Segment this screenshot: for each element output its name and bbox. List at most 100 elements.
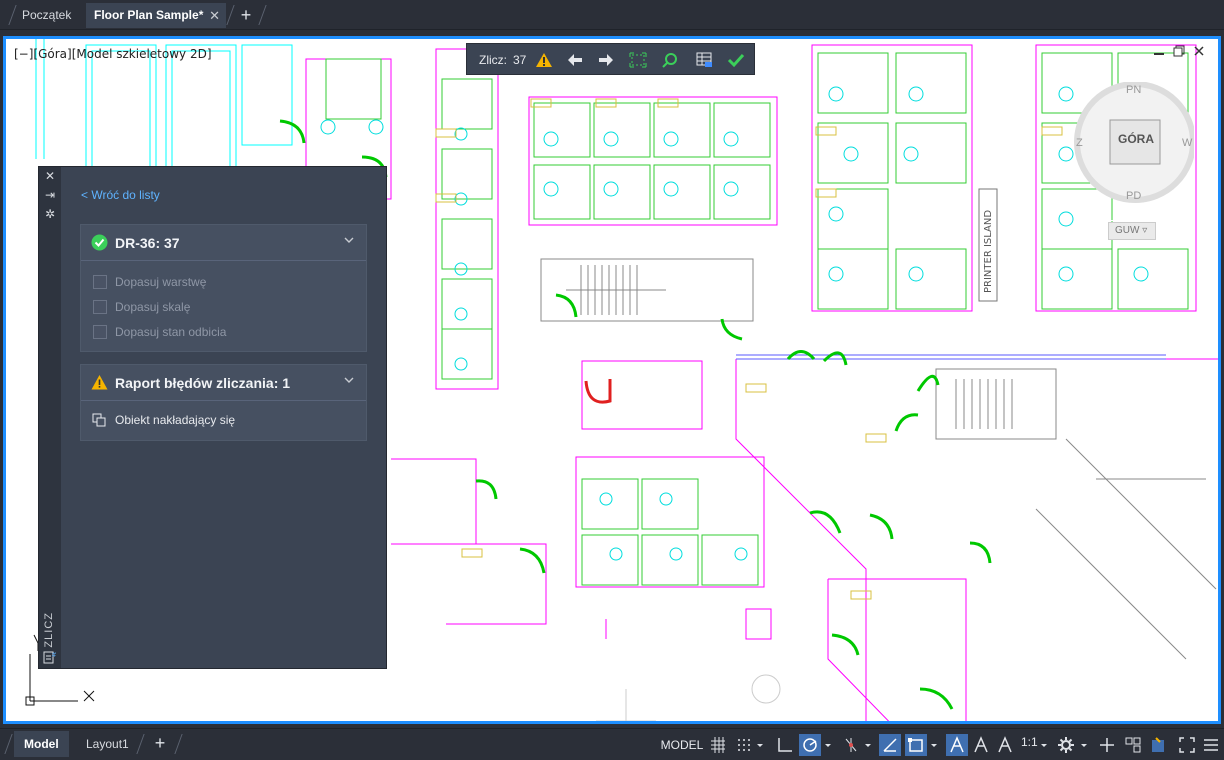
properties-icon[interactable]: ✲ [44, 208, 56, 220]
find-icon[interactable] [659, 49, 681, 71]
palette-title-strip: ✕ ⇥ ✲ ZLICZ # [39, 167, 61, 668]
block-count-title: DR-36: 37 [115, 235, 180, 251]
back-to-list-link[interactable]: < Wróć do listy [81, 188, 160, 202]
tab-layout1-label: Layout1 [86, 737, 129, 751]
svg-text:#: # [52, 652, 56, 659]
fullscreen-icon[interactable] [1176, 734, 1198, 756]
viewcube-top-face[interactable]: GÓRA [1118, 132, 1154, 146]
tab-layout1[interactable]: Layout1 [76, 731, 139, 757]
warning-icon [91, 375, 108, 390]
check-icon[interactable] [725, 49, 747, 71]
error-item-label: Obiekt nakładający się [115, 413, 236, 427]
plus-icon[interactable] [1096, 734, 1118, 756]
hardware-acceleration-icon[interactable] [1148, 734, 1170, 756]
match-mirror-row: Dopasuj stan odbicia [81, 319, 366, 344]
match-layer-label: Dopasuj warstwę [115, 275, 207, 289]
arrow-right-icon[interactable] [595, 49, 617, 71]
model-space-button[interactable]: MODEL [657, 733, 707, 757]
isodraft-icon[interactable] [840, 734, 862, 756]
viewcube-north[interactable]: PN [1126, 84, 1141, 96]
new-layout-button[interactable]: + [150, 732, 170, 754]
count-palette: ✕ ⇥ ✲ ZLICZ # < Wróć do listy DR-36: 37 … [38, 166, 387, 669]
misc-lines [596, 674, 781, 721]
viewcube-compass [1074, 81, 1196, 225]
object-snap-tracking-icon[interactable] [879, 734, 901, 756]
viewcube-east[interactable]: W [1182, 137, 1192, 149]
overlapping-objects-icon [92, 413, 106, 427]
viewcube-south[interactable]: PD [1126, 190, 1141, 202]
object-snap-icon[interactable] [905, 734, 927, 756]
viewcube-west[interactable]: Z [1076, 137, 1083, 149]
gear-icon[interactable] [1055, 734, 1077, 756]
tab-home-label: Początek [22, 8, 72, 22]
snap-icon[interactable] [733, 734, 755, 756]
match-mirror-label: Dopasuj stan odbicia [115, 325, 227, 339]
count-toolbar: Zlicz: 37 [466, 43, 755, 75]
insert-table-icon[interactable] [693, 49, 715, 71]
autohide-icon[interactable]: ⇥ [44, 189, 56, 201]
match-mirror-checkbox[interactable] [93, 325, 107, 339]
auto-scale-icon[interactable] [970, 734, 992, 756]
grid-icon[interactable] [707, 734, 729, 756]
snap-dropdown-icon[interactable] [754, 734, 766, 756]
block-count-section: DR-36: 37 Dopasuj warstwę Dopasuj skalę … [80, 224, 367, 352]
workspace-dropdown-icon[interactable] [1078, 734, 1090, 756]
viewcube[interactable]: GÓRA PN PD W Z GUW ▿ [1068, 81, 1196, 240]
warning-icon[interactable] [533, 49, 555, 71]
stairs [540, 258, 1217, 660]
annotation-scale-value[interactable]: 1:1 [1021, 735, 1038, 749]
tab-separator [258, 5, 267, 25]
tab-floor-plan-sample[interactable]: Floor Plan Sample* ✕ [86, 3, 226, 28]
overlapping-door-highlight [584, 379, 612, 404]
match-layer-row: Dopasuj warstwę [81, 269, 366, 294]
count-label: Zlicz: [479, 53, 507, 67]
success-check-icon [91, 234, 108, 251]
tab-separator [4, 734, 13, 754]
zoom-extents-icon[interactable] [627, 49, 649, 71]
match-scale-row: Dopasuj skalę [81, 294, 366, 319]
block-count-header[interactable]: DR-36: 37 [81, 225, 366, 261]
arrow-left-icon[interactable] [564, 49, 586, 71]
ortho-icon[interactable] [773, 734, 795, 756]
close-palette-icon[interactable]: ✕ [44, 170, 56, 182]
ucs-label: GUW [1115, 225, 1140, 236]
tab-separator [174, 734, 183, 754]
isolate-objects-icon[interactable] [1122, 734, 1144, 756]
new-tab-button[interactable]: + [236, 4, 256, 26]
chairs [320, 86, 1149, 561]
ucs-menu-button[interactable]: GUW ▿ [1108, 222, 1156, 240]
count-value: 37 [513, 53, 527, 67]
annotation-visibility-icon[interactable] [946, 734, 968, 756]
polar-dropdown-icon[interactable] [822, 734, 834, 756]
status-bar: Model Layout1 + MODEL 1:1 [0, 728, 1224, 760]
palette-title: ZLICZ [43, 612, 55, 648]
printer-island-label: PRINTER ISLAND [983, 210, 994, 293]
hamburger-menu-icon[interactable] [1200, 734, 1222, 756]
minimize-viewport-icon[interactable] [1152, 44, 1166, 58]
viewport-controls-label[interactable]: [−][Góra][Model szkieletowy 2D] [14, 47, 212, 61]
error-report-section: Raport błędów zliczania: 1 Obiekt nakład… [80, 364, 367, 441]
restore-viewport-icon[interactable] [1172, 44, 1186, 58]
count-palette-icon: # [43, 651, 56, 664]
tab-model[interactable]: Model [14, 731, 69, 757]
match-layer-checkbox[interactable] [93, 275, 107, 289]
osnap-dropdown-icon[interactable] [928, 734, 940, 756]
tab-home[interactable]: Początek [14, 3, 86, 28]
scale-dropdown-icon[interactable] [1038, 734, 1050, 756]
chevron-down-icon[interactable] [344, 375, 354, 385]
match-scale-checkbox[interactable] [93, 300, 107, 314]
chevron-down-icon[interactable] [344, 235, 354, 245]
error-report-header[interactable]: Raport błędów zliczania: 1 [81, 365, 366, 401]
close-tab-icon[interactable]: ✕ [209, 3, 220, 28]
error-item-overlapping[interactable]: Obiekt nakładający się [81, 401, 366, 439]
isodraft-dropdown-icon[interactable] [862, 734, 874, 756]
polar-tracking-icon[interactable] [799, 734, 821, 756]
match-scale-label: Dopasuj skalę [115, 300, 191, 314]
blue-guides [736, 354, 1166, 360]
tab-file-label: Floor Plan Sample* [94, 8, 204, 22]
annotation-scale-icon[interactable] [994, 734, 1016, 756]
tab-model-label: Model [24, 737, 59, 751]
close-viewport-icon[interactable] [1192, 44, 1206, 58]
error-report-title: Raport błędów zliczania: 1 [115, 375, 291, 391]
room-tags [435, 98, 1063, 600]
